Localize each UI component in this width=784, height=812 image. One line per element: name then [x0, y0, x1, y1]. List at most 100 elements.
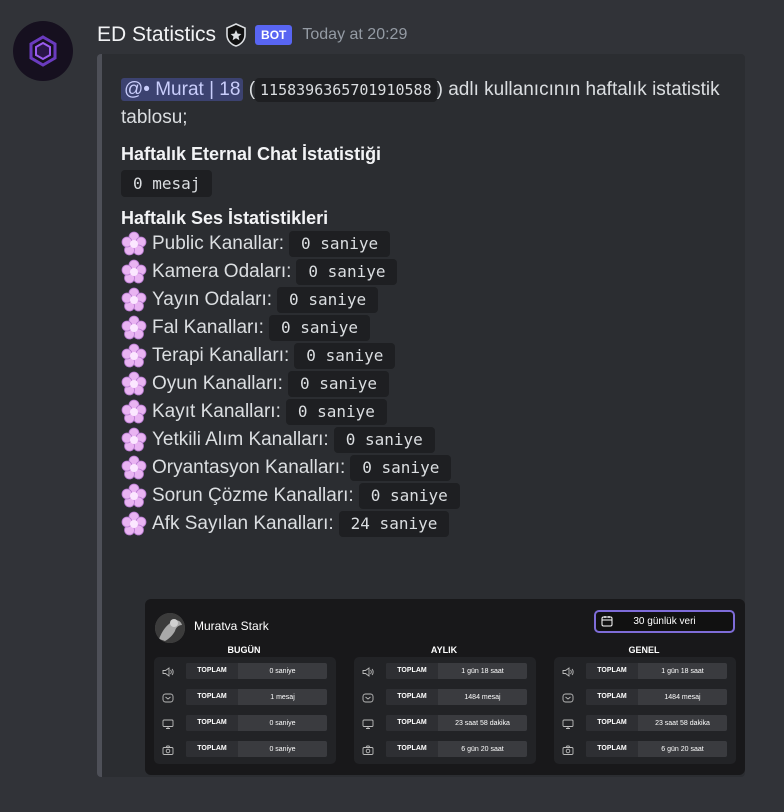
voice-stat-value: 0 saniye [333, 427, 435, 453]
card-stat-row: TOPLAM 6 gün 20 saat [554, 741, 736, 757]
monitor-icon [162, 717, 174, 729]
message-header: ED Statistics BOT Today at 20:29 [97, 20, 407, 50]
voice-stat-row: Yetkili Alım Kanalları: 0 saniye [121, 426, 731, 454]
card-stat-label: TOPLAM [386, 663, 438, 679]
card-stat-label: TOPLAM [186, 715, 238, 731]
card-stat-row: TOPLAM 1484 mesaj [354, 689, 536, 705]
user-mention[interactable]: @• Murat | 18 [121, 78, 244, 101]
camera-icon [562, 743, 574, 755]
card-stat-row: TOPLAM 1 gün 18 saat [554, 663, 736, 679]
card-stat-label: TOPLAM [386, 689, 438, 705]
period-selector[interactable]: 30 günlük veri [594, 610, 735, 633]
card-stat-value: 1 gün 18 saat [661, 667, 704, 675]
card-stat-bar: TOPLAM 1484 mesaj [586, 689, 727, 705]
card-stat-value: 0 saniye [269, 745, 296, 753]
card-stat-bar: TOPLAM 0 saniye [186, 663, 327, 679]
chat-stats-value-wrap: 0 mesaj [121, 170, 731, 198]
card-stat-row: TOPLAM 6 gün 20 saat [354, 741, 536, 757]
card-stat-bar: TOPLAM 23 saat 58 dakika [586, 715, 727, 731]
message-timestamp[interactable]: Today at 20:29 [302, 26, 407, 44]
card-stat-label: TOPLAM [386, 715, 438, 731]
card-panel: TOPLAM 1 gün 18 saat TOPLAM 1484 mesaj TOPLA… [554, 657, 736, 764]
speaker-icon [162, 665, 174, 677]
voice-stat-label: Terapi Kanalları: [152, 345, 290, 366]
card-stat-row: TOPLAM 0 saniye [154, 715, 336, 731]
voice-stat-row: Oryantasyon Kanalları: 0 saniye [121, 454, 731, 482]
voice-stat-label: Afk Sayılan Kanalları: [152, 513, 334, 534]
message-icon [162, 691, 174, 703]
card-stat-row: TOPLAM 1 mesaj [154, 689, 336, 705]
card-stat-value: 1484 mesaj [464, 693, 501, 701]
card-panel: TOPLAM 0 saniye TOPLAM 1 mesaj TOPLAM 0 saniy… [154, 657, 336, 764]
stats-card-image[interactable]: Muratva Stark 30 günlük veri BUGÜN TOPLAM… [145, 599, 745, 775]
voice-stat-row: Terapi Kanalları: 0 saniye [121, 342, 731, 370]
card-stat-bar: TOPLAM 1484 mesaj [386, 689, 527, 705]
voice-stat-label: Sorun Çözme Kanalları: [152, 485, 354, 506]
voice-stat-row: Yayın Odaları: 0 saniye [121, 286, 731, 314]
voice-stat-row: Fal Kanalları: 0 saniye [121, 314, 731, 342]
voice-stat-value: 0 saniye [277, 287, 379, 313]
voice-stats-list: Public Kanallar: 0 saniye Kamera Odaları: 0… [121, 230, 731, 538]
card-section-title: BUGÜN [227, 645, 261, 655]
flower-icon [121, 259, 147, 285]
card-stat-label: TOPLAM [586, 689, 638, 705]
calendar-icon [601, 616, 613, 627]
card-stat-row: TOPLAM 1484 mesaj [554, 689, 736, 705]
card-stat-bar: TOPLAM 0 saniye [186, 741, 327, 757]
card-stat-value: 1 gün 18 saat [461, 667, 504, 675]
voice-stat-label: Kayıt Kanalları: [152, 401, 281, 422]
card-stat-bar: TOPLAM 0 saniye [186, 715, 327, 731]
card-stat-label: TOPLAM [186, 689, 238, 705]
voice-stat-value: 0 saniye [296, 259, 398, 285]
card-stat-value: 1484 mesaj [664, 693, 701, 701]
card-stat-row: TOPLAM 0 saniye [154, 663, 336, 679]
card-avatar [155, 613, 185, 643]
voice-stat-row: Afk Sayılan Kanalları: 24 saniye [121, 510, 731, 538]
monitor-icon [562, 717, 574, 729]
voice-stat-label: Oyun Kanalları: [152, 373, 283, 394]
card-stat-row: TOPLAM 0 saniye [154, 741, 336, 757]
card-stat-label: TOPLAM [586, 715, 638, 731]
card-stat-label: TOPLAM [386, 741, 438, 757]
voice-stat-value: 0 saniye [294, 343, 396, 369]
card-stat-value: 6 gün 20 saat [461, 745, 504, 753]
voice-stat-value: 0 saniye [358, 483, 460, 509]
card-section-title: AYLIK [430, 645, 458, 655]
voice-stat-row: Sorun Çözme Kanalları: 0 saniye [121, 482, 731, 510]
voice-stat-row: Kamera Odaları: 0 saniye [121, 258, 731, 286]
card-stat-bar: TOPLAM 1 mesaj [186, 689, 327, 705]
card-username: Muratva Stark [194, 619, 269, 633]
voice-stat-value: 24 saniye [338, 511, 450, 537]
card-stat-label: TOPLAM [186, 663, 238, 679]
voice-stat-value: 0 saniye [287, 371, 390, 397]
speaker-icon [362, 665, 374, 677]
card-stat-label: TOPLAM [186, 741, 238, 757]
flower-icon [121, 399, 147, 425]
flower-icon [121, 231, 147, 257]
card-stat-value: 1 mesaj [270, 693, 295, 701]
card-stat-bar: TOPLAM 1 gün 18 saat [386, 663, 527, 679]
monitor-icon [362, 717, 374, 729]
voice-stat-label: Public Kanallar: [152, 233, 285, 254]
bot-avatar[interactable] [13, 21, 73, 81]
voice-stat-value: 0 saniye [285, 399, 387, 425]
speaker-icon [562, 665, 574, 677]
period-label: 30 günlük veri [633, 616, 696, 627]
flower-icon [121, 511, 147, 537]
card-stat-bar: TOPLAM 23 saat 58 dakika [386, 715, 527, 731]
voice-stat-row: Public Kanallar: 0 saniye [121, 230, 731, 258]
stats-embed: @• Murat | 18 (1158396365701910588) adlı… [97, 54, 745, 777]
embed-description: @• Murat | 18 (1158396365701910588) adlı… [121, 76, 731, 132]
card-stat-row: TOPLAM 23 saat 58 dakika [554, 715, 736, 731]
card-stat-label: TOPLAM [586, 741, 638, 757]
card-stat-bar: TOPLAM 1 gün 18 saat [586, 663, 727, 679]
bot-badge: BOT [255, 25, 293, 45]
voice-stat-row: Oyun Kanalları: 0 saniye [121, 370, 731, 398]
shield-icon [225, 23, 247, 47]
voice-stat-label: Fal Kanalları: [152, 317, 264, 338]
bot-username[interactable]: ED Statistics [97, 23, 216, 47]
camera-icon [362, 743, 374, 755]
user-id-code: 1158396365701910588 [255, 78, 437, 102]
flower-icon [121, 427, 147, 453]
voice-stat-label: Oryantasyon Kanalları: [152, 457, 346, 478]
